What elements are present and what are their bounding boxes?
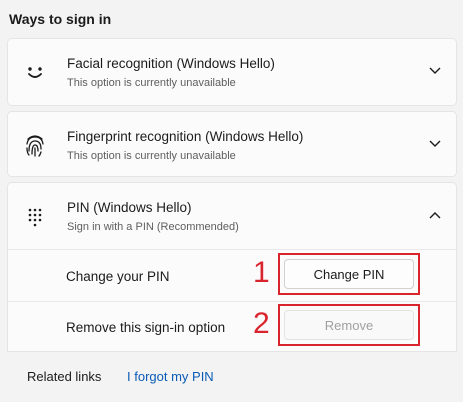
chevron-down-icon[interactable] <box>428 139 442 149</box>
change-pin-label: Change your PIN <box>66 269 170 284</box>
section-title: Ways to sign in <box>9 11 112 27</box>
remove-option-label: Remove this sign-in option <box>66 320 226 335</box>
annotation-number-2: 2 <box>253 307 270 340</box>
chevron-up-icon[interactable] <box>428 210 442 220</box>
smile-face-icon <box>22 60 48 86</box>
pin-subtitle: Sign in with a PIN (Recommended) <box>67 221 239 233</box>
facial-recognition-subtitle: This option is currently unavailable <box>67 77 236 89</box>
fingerprint-recognition-title: Fingerprint recognition (Windows Hello) <box>67 129 304 144</box>
annotation-box-2 <box>278 304 420 346</box>
annotation-number-1: 1 <box>253 256 270 289</box>
fingerprint-icon <box>22 133 48 159</box>
annotation-box-1 <box>278 253 420 295</box>
fingerprint-recognition-card[interactable]: Fingerprint recognition (Windows Hello) … <box>7 111 457 177</box>
facial-recognition-card[interactable]: Facial recognition (Windows Hello) This … <box>7 38 457 106</box>
pin-title: PIN (Windows Hello) <box>67 200 192 215</box>
fingerprint-recognition-subtitle: This option is currently unavailable <box>67 150 236 162</box>
pin-keypad-icon <box>22 204 48 230</box>
chevron-down-icon[interactable] <box>428 66 442 76</box>
related-links-bar: Related links I forgot my PIN <box>7 351 457 402</box>
facial-recognition-title: Facial recognition (Windows Hello) <box>67 56 275 71</box>
forgot-pin-link[interactable]: I forgot my PIN <box>127 369 214 384</box>
related-links-label: Related links <box>27 369 102 384</box>
